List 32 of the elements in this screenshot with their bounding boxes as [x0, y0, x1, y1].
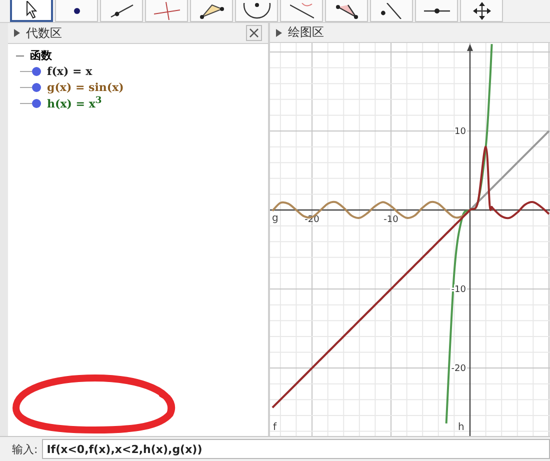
crossing-lines-icon	[154, 2, 180, 20]
cursor-icon	[26, 1, 37, 19]
point-icon	[74, 8, 80, 14]
move-arrows-icon	[472, 2, 490, 20]
curve-label: f	[273, 422, 277, 433]
curve-icon	[290, 2, 314, 18]
visibility-dot[interactable]	[32, 66, 41, 76]
triangle-icon	[336, 2, 358, 18]
collapse-arrow-icon[interactable]	[276, 28, 282, 36]
tool-button[interactable]	[10, 0, 53, 22]
curve-label: h	[458, 422, 464, 433]
panel-title: 代数区	[26, 24, 63, 42]
visibility-dot[interactable]	[32, 82, 41, 92]
slider-icon	[424, 8, 450, 14]
function-entry[interactable]: h(x) = x$^{3}$	[47, 95, 102, 111]
line-icon	[110, 4, 134, 18]
panel-title: 绘图区	[288, 24, 325, 41]
function-entry[interactable]: f(x) = x	[47, 64, 92, 78]
input-field[interactable]: If(x<0,f(x),x<2,h(x),g(x))	[42, 439, 550, 459]
polygon-icon	[200, 2, 224, 18]
collapse-arrow-icon[interactable]	[14, 29, 20, 37]
line-point-icon	[381, 2, 402, 18]
visibility-dot[interactable]	[32, 98, 41, 108]
y-axis-label: 10	[454, 127, 466, 138]
y-axis-label: -20	[451, 364, 466, 374]
group-label: 函数	[30, 48, 52, 63]
function-entry[interactable]: g(x) = sin(x)	[47, 80, 124, 94]
close-button[interactable]	[246, 25, 262, 41]
curve-label: g	[272, 213, 278, 224]
input-label: 输入:	[12, 442, 38, 456]
x-axis-label: -10	[384, 215, 398, 226]
close-icon	[249, 28, 259, 38]
